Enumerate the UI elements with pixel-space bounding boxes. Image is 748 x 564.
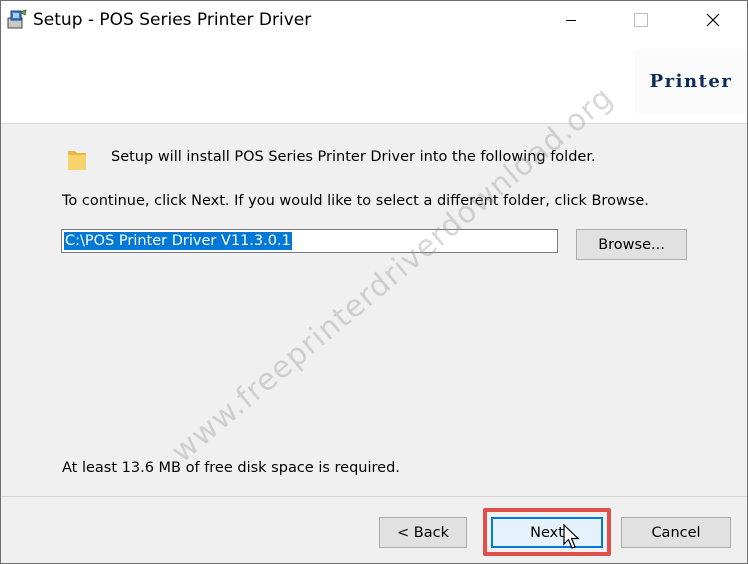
browse-button[interactable]: Browse...	[576, 229, 687, 260]
folder-icon	[67, 147, 87, 171]
window-title: Setup - POS Series Printer Driver	[33, 10, 312, 30]
mouse-pointer-icon	[563, 523, 581, 552]
printer-logo: Printer	[635, 49, 747, 113]
minimize-icon[interactable]	[548, 1, 594, 39]
footer-divider	[1, 496, 747, 497]
destination-folder-input[interactable]: C:\POS Printer Driver V11.3.0.1	[61, 229, 558, 253]
setup-window: Setup - POS Series Printer Driver Printe…	[0, 0, 748, 564]
cancel-button[interactable]: Cancel	[621, 517, 731, 548]
close-icon[interactable]	[690, 1, 736, 39]
destination-folder-value: C:\POS Printer Driver V11.3.0.1	[64, 232, 292, 250]
title-bar[interactable]: Setup - POS Series Printer Driver	[1, 1, 747, 39]
disk-space-text: At least 13.6 MB of free disk space is r…	[62, 460, 400, 476]
next-button[interactable]: Next	[491, 517, 603, 548]
back-button[interactable]: < Back	[379, 517, 467, 548]
maximize-icon	[618, 1, 664, 39]
setup-app-icon	[7, 9, 27, 29]
instruction-text: To continue, click Next. If you would li…	[62, 193, 649, 209]
